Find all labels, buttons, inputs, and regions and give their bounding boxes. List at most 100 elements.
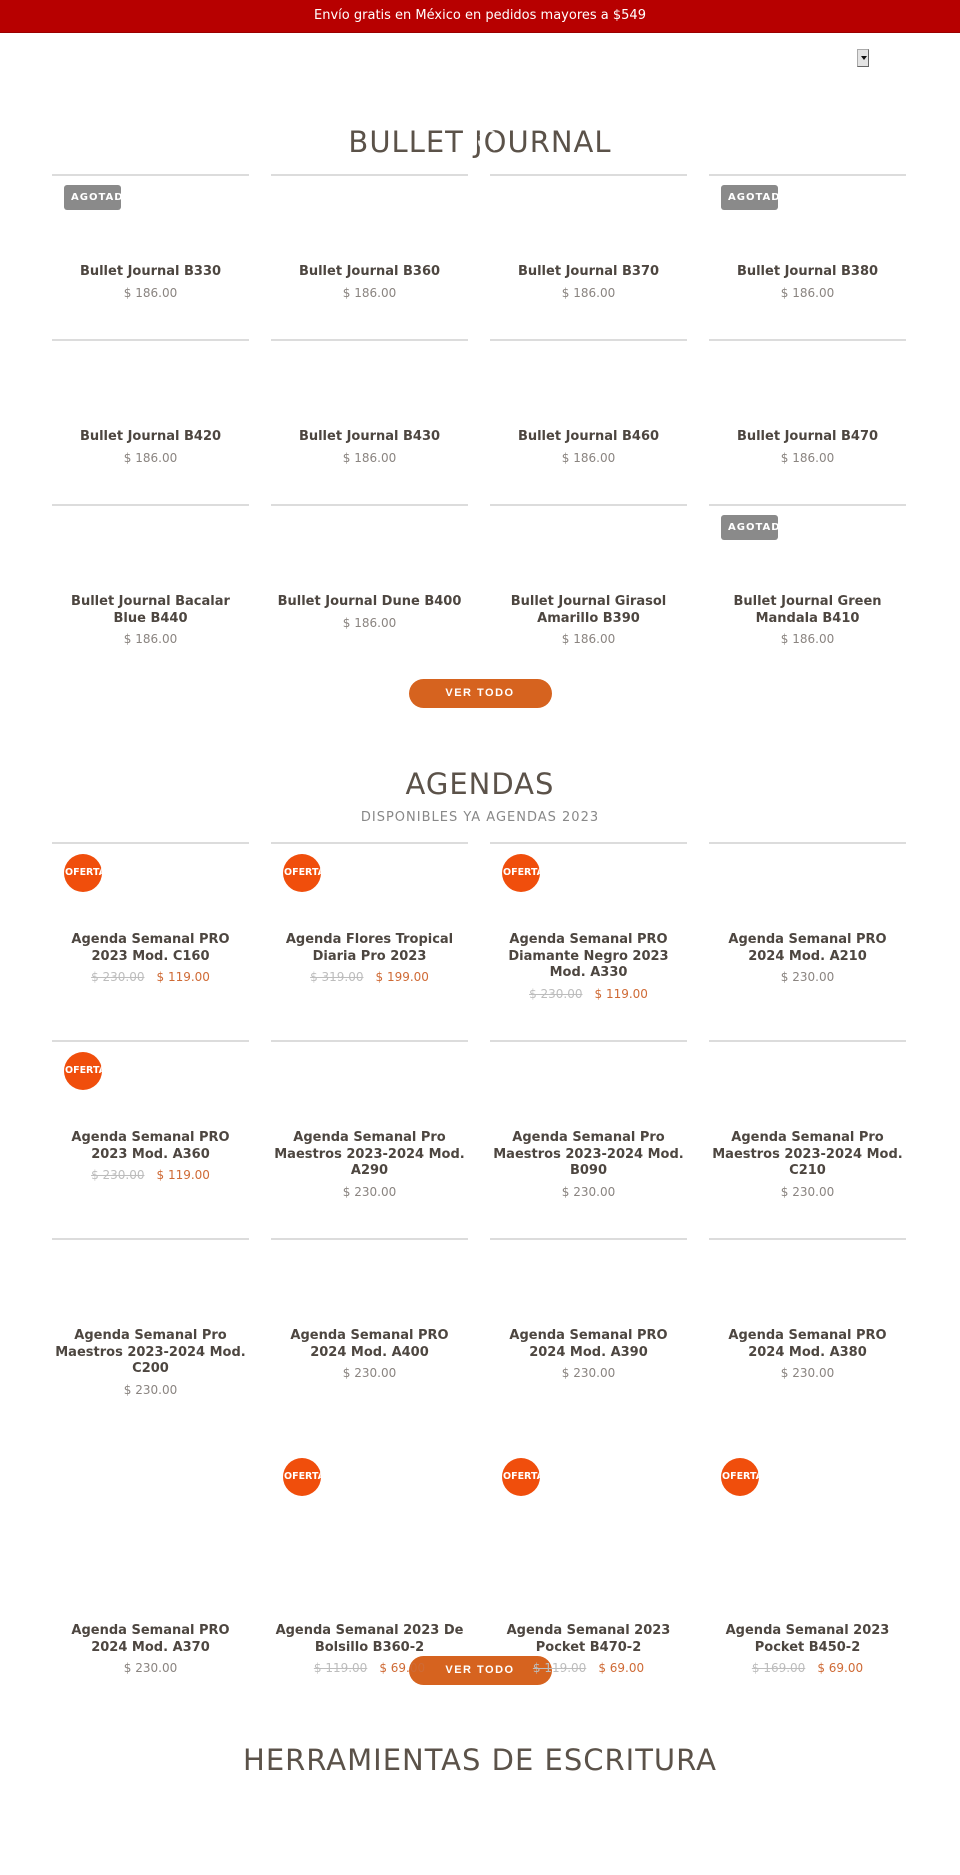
product-card[interactable]: OFERTA Agenda Semanal PRO 2023 Mod. C160 $… <box>52 842 249 1040</box>
product-card[interactable]: AGOTADO Bullet Journal B330 $ 186.00 <box>52 174 249 339</box>
product-image[interactable] <box>490 506 687 594</box>
product-image[interactable] <box>52 506 249 594</box>
product-name[interactable]: Agenda Semanal Pro Maestros 2023-2024 Mo… <box>490 1130 687 1180</box>
product-name[interactable]: Bullet Journal B430 <box>271 429 468 446</box>
product-image[interactable]: AGOTADO <box>52 176 249 264</box>
sale-badge: OFERTA <box>64 854 102 892</box>
product-image[interactable] <box>490 1240 687 1328</box>
product-prices: $ 230.00 <box>490 1185 687 1199</box>
product-card[interactable]: Agenda Semanal PRO 2024 Mod. A390 $ 230.0… <box>490 1238 687 1436</box>
product-name[interactable]: Agenda Semanal 2023 Pocket B470-2 <box>490 1623 687 1656</box>
product-image[interactable] <box>490 1042 687 1130</box>
product-card[interactable]: OFERTA Agenda Flores Tropical Diaria Pro … <box>271 842 468 1040</box>
product-name[interactable]: Agenda Semanal PRO 2023 Mod. A360 <box>52 1130 249 1163</box>
product-image[interactable]: OFERTA <box>490 1438 687 1623</box>
product-image[interactable] <box>271 506 468 594</box>
product-name[interactable]: Bullet Journal B470 <box>709 429 906 446</box>
product-image[interactable] <box>271 176 468 264</box>
product-name[interactable]: Bullet Journal Dune B400 <box>271 594 468 611</box>
product-name[interactable]: Agenda Semanal PRO 2024 Mod. A370 <box>52 1623 249 1656</box>
product-image[interactable] <box>709 844 906 932</box>
product-image[interactable] <box>709 1042 906 1130</box>
product-card[interactable]: Agenda Semanal Pro Maestros 2023-2024 Mo… <box>490 1040 687 1238</box>
product-card[interactable]: Agenda Semanal Pro Maestros 2023-2024 Mo… <box>271 1040 468 1238</box>
product-name[interactable]: Bullet Journal B360 <box>271 264 468 281</box>
product-name[interactable]: Agenda Semanal PRO 2024 Mod. A380 <box>709 1328 906 1361</box>
product-card[interactable]: Bullet Journal Dune B400 $ 186.00 <box>271 504 468 669</box>
product-card[interactable]: OFERTA Agenda Semanal 2023 Pocket B470-2 $… <box>490 1436 687 1675</box>
product-prices: $ 119.00 $ 69.00 <box>490 1661 687 1675</box>
product-name[interactable]: Bullet Journal Green Mandala B410 <box>709 594 906 627</box>
product-price: $ 186.00 <box>123 632 178 646</box>
product-name[interactable]: Bullet Journal Bacalar Blue B440 <box>52 594 249 627</box>
product-card[interactable]: Bullet Journal B360 $ 186.00 <box>271 174 468 339</box>
product-card[interactable]: Bullet Journal Girasol Amarillo B390 $ 18… <box>490 504 687 669</box>
product-image[interactable]: OFERTA <box>52 844 249 932</box>
product-image[interactable]: AGOTADO <box>709 176 906 264</box>
product-name[interactable]: Agenda Semanal Pro Maestros 2023-2024 Mo… <box>52 1328 249 1378</box>
product-image[interactable] <box>709 341 906 429</box>
product-card[interactable]: AGOTADO Bullet Journal Green Mandala B410… <box>709 504 906 669</box>
product-image[interactable] <box>52 1240 249 1328</box>
product-image[interactable]: OFERTA <box>271 1438 468 1623</box>
product-card[interactable]: Agenda Semanal PRO 2024 Mod. A380 $ 230.0… <box>709 1238 906 1436</box>
product-card[interactable]: Agenda Semanal PRO 2024 Mod. A210 $ 230.0… <box>709 842 906 1040</box>
product-card[interactable]: OFERTA Agenda Semanal 2023 Pocket B450-2 $… <box>709 1436 906 1675</box>
product-card[interactable]: Agenda Semanal PRO 2024 Mod. A370 $ 230.0… <box>52 1436 249 1675</box>
product-price: $ 186.00 <box>561 632 616 646</box>
language-select[interactable] <box>857 49 869 67</box>
product-name[interactable]: Agenda Semanal 2023 De Bolsillo B360-2 <box>271 1623 468 1656</box>
product-image[interactable] <box>52 341 249 429</box>
product-prices: $ 230.00 <box>271 1366 468 1380</box>
product-image[interactable] <box>490 176 687 264</box>
product-name[interactable]: Bullet Journal B370 <box>490 264 687 281</box>
product-card[interactable]: AGOTADO Bullet Journal B380 $ 186.00 <box>709 174 906 339</box>
product-image[interactable] <box>52 1438 249 1623</box>
sold-out-badge: AGOTADO <box>64 185 121 210</box>
product-name[interactable]: Agenda Semanal PRO 2024 Mod. A390 <box>490 1328 687 1361</box>
product-image[interactable]: AGOTADO <box>709 506 906 594</box>
product-image[interactable]: OFERTA <box>271 844 468 932</box>
product-image[interactable] <box>709 1240 906 1328</box>
section-title-agendas: AGENDAS <box>405 767 555 801</box>
product-name[interactable]: Agenda Semanal PRO 2024 Mod. A400 <box>271 1328 468 1361</box>
product-image[interactable]: OFERTA <box>52 1042 249 1130</box>
product-image[interactable] <box>271 1240 468 1328</box>
product-name[interactable]: Agenda Semanal PRO 2023 Mod. C160 <box>52 932 249 965</box>
product-card[interactable]: Bullet Journal B430 $ 186.00 <box>271 339 468 504</box>
product-name[interactable]: Bullet Journal B420 <box>52 429 249 446</box>
product-name[interactable]: Agenda Semanal Pro Maestros 2023-2024 Mo… <box>709 1130 906 1180</box>
product-name[interactable]: Bullet Journal Girasol Amarillo B390 <box>490 594 687 627</box>
product-image[interactable] <box>271 341 468 429</box>
product-name[interactable]: Bullet Journal B330 <box>52 264 249 281</box>
product-name[interactable]: Bullet Journal B380 <box>709 264 906 281</box>
original-price: $ 169.00 <box>751 1661 806 1675</box>
product-card[interactable]: Agenda Semanal Pro Maestros 2023-2024 Mo… <box>709 1040 906 1238</box>
product-name[interactable]: Agenda Semanal PRO 2024 Mod. A210 <box>709 932 906 965</box>
product-name[interactable]: Agenda Flores Tropical Diaria Pro 2023 <box>271 932 468 965</box>
product-card[interactable]: Bullet Journal B470 $ 186.00 <box>709 339 906 504</box>
product-name[interactable]: Agenda Semanal 2023 Pocket B450-2 <box>709 1623 906 1656</box>
product-image[interactable]: OFERTA <box>490 844 687 932</box>
view-all-bullet-journal-button[interactable]: VER TODO <box>408 679 552 708</box>
sale-price: $ 119.00 <box>594 986 648 1001</box>
product-card[interactable]: Agenda Semanal Pro Maestros 2023-2024 Mo… <box>52 1238 249 1436</box>
product-card[interactable]: OFERTA Agenda Semanal 2023 De Bolsillo B3… <box>271 1436 468 1675</box>
product-prices: $ 230.00 <box>52 1661 249 1675</box>
product-name[interactable]: Agenda Semanal Pro Maestros 2023-2024 Mo… <box>271 1130 468 1180</box>
product-card[interactable]: Bullet Journal B370 $ 186.00 <box>490 174 687 339</box>
product-card[interactable]: Bullet Journal Bacalar Blue B440 $ 186.00 <box>52 504 249 669</box>
sale-price: $ 69.00 <box>379 1661 426 1675</box>
product-card[interactable]: Bullet Journal B420 $ 186.00 <box>52 339 249 504</box>
product-card[interactable]: OFERTA Agenda Semanal PRO 2023 Mod. A360 $… <box>52 1040 249 1238</box>
product-prices: $ 230.00 <box>709 1185 906 1199</box>
product-image[interactable] <box>490 341 687 429</box>
product-card[interactable]: Bullet Journal B460 $ 186.00 <box>490 339 687 504</box>
product-card[interactable]: Agenda Semanal PRO 2024 Mod. A400 $ 230.0… <box>271 1238 468 1436</box>
product-price: $ 230.00 <box>123 1382 178 1397</box>
product-name[interactable]: Bullet Journal B460 <box>490 429 687 446</box>
product-image[interactable]: OFERTA <box>709 1438 906 1623</box>
product-card[interactable]: OFERTA Agenda Semanal PRO Diamante Negro … <box>490 842 687 1040</box>
product-name[interactable]: Agenda Semanal PRO Diamante Negro 2023 M… <box>490 932 687 982</box>
product-image[interactable] <box>271 1042 468 1130</box>
